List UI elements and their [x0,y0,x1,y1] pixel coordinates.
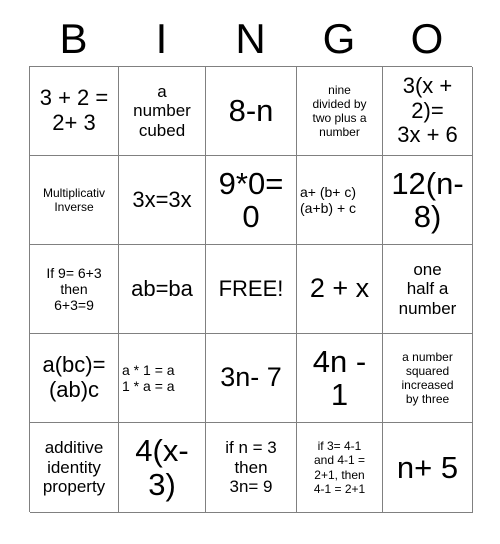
bingo-header: B I N G O [29,14,472,64]
bingo-cell-o2[interactable]: 12(n- 8) [383,156,473,245]
bingo-cell-g1[interactable]: nine divided by two plus a number [297,67,383,156]
bingo-cell-n2[interactable]: 9*0= 0 [206,156,297,245]
bingo-cell-o4[interactable]: a number squared increased by three [383,334,473,423]
bingo-grid: 3 + 2 = 2+ 3 a number cubed 8-n nine div… [29,66,473,513]
bingo-cell-text: a * 1 = a 1 * a = a [122,361,175,394]
bingo-cell-o1[interactable]: 3(x + 2)= 3x + 6 [383,67,473,156]
bingo-cell-text: a number cubed [133,81,191,140]
bingo-cell-n4[interactable]: 3n- 7 [206,334,297,423]
bingo-cell-g5[interactable]: if 3= 4-1 and 4-1 = 2+1, then 4-1 = 2+1 [297,423,383,513]
bingo-cell-text: 9*0= 0 [218,165,284,234]
bingo-cell-text: one half a number [398,259,457,318]
header-letter-b: B [59,15,88,62]
header-letter-n: N [235,15,266,62]
bingo-cell-text: 4(x- 3) [135,433,189,502]
bingo-cell-b2[interactable]: Multiplicativ Inverse [30,156,119,245]
bingo-cell-b3[interactable]: If 9= 6+3 then 6+3=9 [30,245,119,334]
bingo-cell-text: if n = 3 then 3n= 9 [225,438,277,497]
bingo-cell-text: if 3= 4-1 and 4-1 = 2+1, then 4-1 = 2+1 [313,439,366,496]
bingo-cell-text: If 9= 6+3 then 6+3=9 [46,264,102,314]
bingo-cell-text: 3 + 2 = 2+ 3 [39,85,109,135]
free-space-label: FREE! [218,275,284,301]
bingo-cell-text: 3x=3x [132,186,192,212]
bingo-cell-b5[interactable]: additive identity property [30,423,119,513]
bingo-cell-text: a(bc)= (ab)c [42,352,106,402]
bingo-cell-n5[interactable]: if n = 3 then 3n= 9 [206,423,297,513]
bingo-cell-text: 3(x + 2)= 3x + 6 [397,73,458,148]
bingo-cell-i2[interactable]: 3x=3x [119,156,206,245]
bingo-cell-text: n+ 5 [396,449,459,485]
bingo-cell-text: 12(n- 8) [391,165,464,234]
bingo-card: B I N G O 3 + 2 = 2+ 3 a number cubed 8-… [0,0,500,544]
bingo-cell-g2[interactable]: a+ (b+ c) (a+b) + c [297,156,383,245]
bingo-cell-n1[interactable]: 8-n [206,67,297,156]
header-letter-g: G [322,15,356,62]
bingo-cell-b1[interactable]: 3 + 2 = 2+ 3 [30,67,119,156]
bingo-cell-text: 4n - 1 [312,343,367,412]
bingo-cell-o3[interactable]: one half a number [383,245,473,334]
bingo-cell-text: ab=ba [131,275,193,301]
bingo-cell-text: a number squared increased by three [401,349,454,407]
bingo-cell-g4[interactable]: 4n - 1 [297,334,383,423]
bingo-cell-text: nine divided by two plus a number [312,82,367,140]
bingo-cell-i5[interactable]: 4(x- 3) [119,423,206,513]
header-letter-o: O [410,15,444,62]
header-letter-i: I [155,15,168,62]
bingo-cell-g3[interactable]: 2 + x [297,245,383,334]
bingo-cell-i3[interactable]: ab=ba [119,245,206,334]
bingo-cell-text: 8-n [228,93,274,129]
bingo-cell-text: Multiplicativ Inverse [42,185,105,214]
bingo-cell-b4[interactable]: a(bc)= (ab)c [30,334,119,423]
bingo-cell-text: additive identity property [42,438,106,497]
bingo-cell-o5[interactable]: n+ 5 [383,423,473,513]
bingo-cell-free-space[interactable]: FREE! [206,245,297,334]
bingo-cell-text: a+ (b+ c) (a+b) + c [300,183,357,216]
bingo-cell-i1[interactable]: a number cubed [119,67,206,156]
bingo-cell-i4[interactable]: a * 1 = a 1 * a = a [119,334,206,423]
bingo-cell-text: 2 + x [309,273,370,304]
bingo-cell-text: 3n- 7 [220,362,282,393]
